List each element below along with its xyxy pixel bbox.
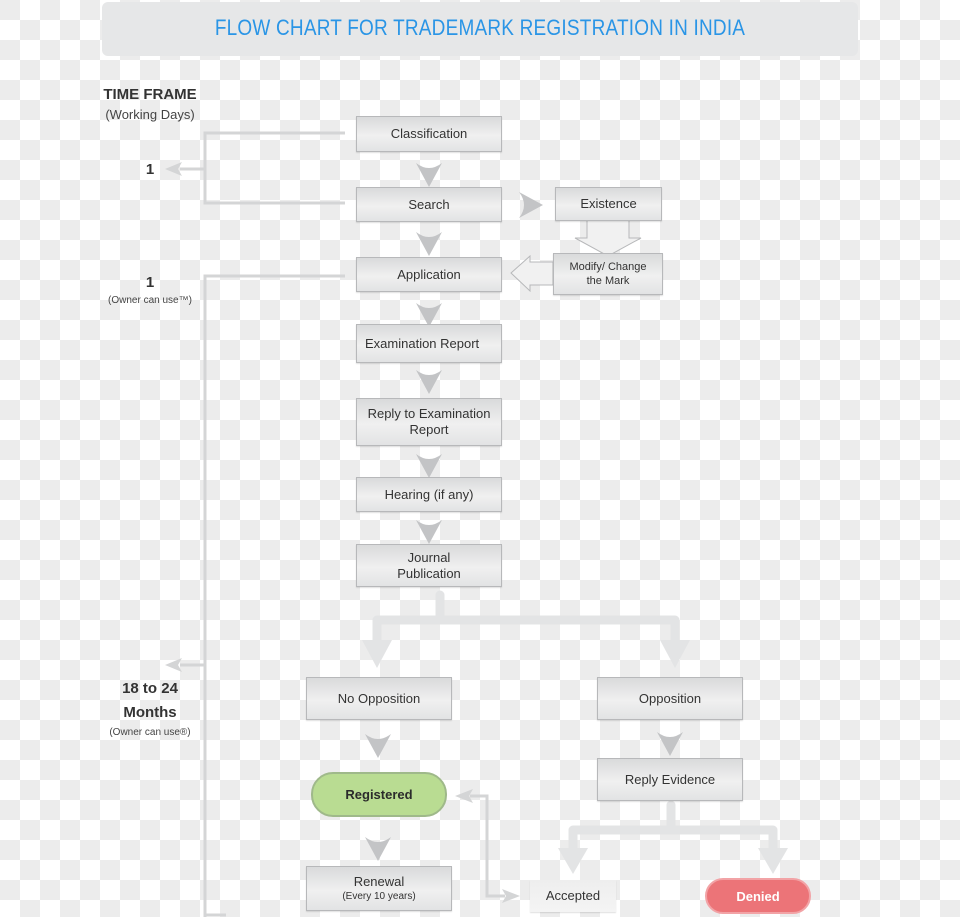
step-classification: Classification [356,116,502,152]
chevron-down-icon [365,837,391,861]
step-modify-label-line2: the Mark [586,275,630,287]
step-registered-label: Registered [345,787,413,802]
chevron-down-icon [416,370,442,394]
step-reply-evidence-label: Reply Evidence [624,771,716,787]
chevron-down-icon [416,520,442,544]
step-modify-label-line1: Modify/ Change [569,261,647,273]
step-reply-evidence: Reply Evidence [597,758,743,801]
step-classification-label: Classification [390,126,468,141]
step-existence-label: Existence [580,196,637,211]
step-existence: Existence [555,187,662,221]
arrow-down-icon [362,640,392,668]
step-hearing: Hearing (if any) [356,477,502,512]
step-registered: Registered [311,772,447,817]
step-opposition: Opposition [597,677,743,720]
step-renewal-label: Renewal [353,874,405,889]
step-journal-line1: Journal [407,549,451,565]
accepted-registered-connector [470,794,505,898]
timeline-arrow-2-icon [165,658,182,672]
step-no-opposition-label: No Opposition [337,690,421,706]
step-reply-examination-line1: Reply to Examination [367,406,491,421]
step-accepted: Accepted [530,880,616,912]
step-reply-examination-line2: Report [409,422,449,437]
step-denied-label: Denied [736,888,780,904]
arrow-down-icon [558,848,588,874]
step-accepted-label: Accepted [545,888,601,903]
chevron-down-icon [657,732,683,756]
step-application: Application [356,257,502,292]
step-hearing-label: Hearing (if any) [384,486,474,502]
reply-evidence-split-connector [568,800,778,855]
timeline-bracket-2 [180,274,345,917]
arrow-down-icon [758,848,788,874]
step-renewal: Renewal (Every 10 years) [306,866,452,911]
step-examination-report-label: Examination Report [365,335,480,351]
step-search-label: Search [408,196,450,212]
step-denied: Denied [705,878,811,914]
step-application-label: Application [397,266,461,282]
step-opposition-label: Opposition [638,690,702,706]
step-journal-line2: Publication [397,565,461,581]
chevron-down-icon [416,163,442,187]
chevron-down-icon [416,232,442,256]
journal-split-connector [372,590,680,650]
chevron-right-icon [519,192,543,218]
modify-to-application-arrow-icon [510,254,554,293]
step-journal-publication: Journal Publication [356,544,502,587]
arrow-down-icon [660,640,690,668]
existence-to-modify-arrow-icon [574,219,642,257]
step-reply-examination: Reply to Examination Report [356,398,502,446]
timeline-arrow-1-icon [165,162,182,176]
step-examination-report: Examination Report [356,324,502,363]
step-search: Search [356,187,502,222]
step-renewal-note: (Every 10 years) [342,891,416,902]
step-no-opposition: No Opposition [306,677,452,720]
chevron-down-icon [416,454,442,478]
timeline-bracket-1 [180,131,345,205]
chevron-down-icon [365,734,391,758]
step-modify-mark: Modify/ Change the Mark [553,253,663,295]
